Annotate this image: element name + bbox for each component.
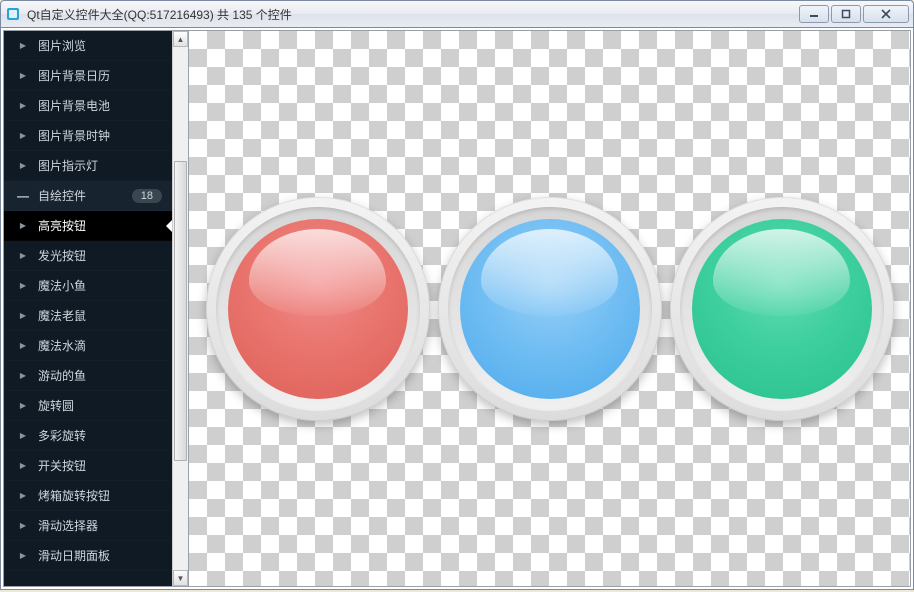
sidebar-item-label: 图片浏览 (38, 37, 162, 54)
sidebar: ▶ 图片浏览 ▶ 图片背景日历 ▶ 图片背景电池 ▶ 图片背景时钟 ▶ 图片指示灯 — 自绘控件18 ▶… (3, 30, 189, 587)
sidebar-item-label: 图片背景日历 (38, 67, 162, 84)
sidebar-item-label: 滑动日期面板 (38, 547, 162, 564)
sidebar-item-label: 自绘控件 (38, 187, 132, 204)
sidebar-item-label: 游动的鱼 (38, 367, 162, 384)
expand-icon: ▶ (18, 281, 28, 291)
sidebar-item[interactable]: ▶ 多彩旋转 (4, 421, 172, 451)
expand-icon: ▶ (18, 551, 28, 561)
highlight-button-red[interactable] (206, 197, 430, 421)
sidebar-item-label: 多彩旋转 (38, 427, 162, 444)
highlight-button-blue[interactable] (438, 197, 662, 421)
window-title: Qt自定义控件大全(QQ:517216493) 共 135 个控件 (27, 6, 799, 23)
sidebar-item[interactable]: ▶ 游动的鱼 (4, 361, 172, 391)
button-shine (713, 229, 850, 315)
sidebar-item-label: 魔法小鱼 (38, 277, 162, 294)
sidebar-item-label: 魔法水滴 (38, 337, 162, 354)
sidebar-item-label: 烤箱旋转按钮 (38, 487, 162, 504)
button-core (460, 219, 640, 399)
sidebar-item[interactable]: ▶ 魔法水滴 (4, 331, 172, 361)
expand-icon: ▶ (18, 341, 28, 351)
expand-icon: ▶ (18, 401, 28, 411)
sidebar-item[interactable]: ▶ 烤箱旋转按钮 (4, 481, 172, 511)
sidebar-item-label: 滑动选择器 (38, 517, 162, 534)
expand-icon: ▶ (18, 371, 28, 381)
button-core (692, 219, 872, 399)
sidebar-item[interactable]: ▶ 图片背景时钟 (4, 121, 172, 151)
expand-icon: ▶ (18, 251, 28, 261)
scroll-up-button[interactable]: ▲ (173, 31, 188, 47)
sidebar-item-label: 图片指示灯 (38, 157, 162, 174)
sidebar-item[interactable]: ▶ 图片背景电池 (4, 91, 172, 121)
sidebar-item[interactable]: ▶ 高亮按钮 (4, 211, 172, 241)
expand-icon: ▶ (18, 431, 28, 441)
expand-icon: ▶ (18, 461, 28, 471)
close-button[interactable] (863, 5, 909, 23)
sidebar-item[interactable]: ▶ 图片背景日历 (4, 61, 172, 91)
scroll-thumb[interactable] (174, 161, 187, 461)
sidebar-item[interactable]: ▶ 滑动选择器 (4, 511, 172, 541)
button-shine (249, 229, 386, 315)
sidebar-item[interactable]: ▶ 魔法小鱼 (4, 271, 172, 301)
expand-icon: ▶ (18, 491, 28, 501)
highlight-button-green[interactable] (670, 197, 894, 421)
sidebar-scrollbar[interactable]: ▲ ▼ (172, 31, 188, 586)
sidebar-list: ▶ 图片浏览 ▶ 图片背景日历 ▶ 图片背景电池 ▶ 图片背景时钟 ▶ 图片指示灯 — 自绘控件18 ▶… (4, 31, 172, 586)
expand-icon: ▶ (18, 101, 28, 111)
scroll-down-button[interactable]: ▼ (173, 570, 188, 586)
sidebar-item-label: 旋转圆 (38, 397, 162, 414)
sidebar-category[interactable]: — 自绘控件18 (4, 181, 172, 211)
expand-icon: ▶ (18, 41, 28, 51)
sidebar-item[interactable]: ▶ 图片浏览 (4, 31, 172, 61)
expand-icon: ▶ (18, 311, 28, 321)
sidebar-item[interactable]: ▶ 旋转圆 (4, 391, 172, 421)
expand-icon: ▶ (18, 131, 28, 141)
sidebar-item-label: 发光按钮 (38, 247, 162, 264)
content-area (189, 30, 911, 587)
app-icon (5, 6, 21, 22)
maximize-button[interactable] (831, 5, 861, 23)
expand-icon: ▶ (18, 71, 28, 81)
expand-icon: ▶ (18, 221, 28, 231)
window-body: ▶ 图片浏览 ▶ 图片背景日历 ▶ 图片背景电池 ▶ 图片背景时钟 ▶ 图片指示灯 — 自绘控件18 ▶… (0, 28, 914, 590)
expand-icon: ▶ (18, 161, 28, 171)
sidebar-item[interactable]: ▶ 开关按钮 (4, 451, 172, 481)
sidebar-item[interactable]: ▶ 图片指示灯 (4, 151, 172, 181)
button-shine (481, 229, 618, 315)
minimize-button[interactable] (799, 5, 829, 23)
sidebar-item-label: 开关按钮 (38, 457, 162, 474)
sidebar-item-label: 图片背景电池 (38, 97, 162, 114)
button-core (228, 219, 408, 399)
window-controls (799, 5, 909, 23)
expand-icon: ▶ (18, 521, 28, 531)
count-badge: 18 (132, 189, 162, 203)
sidebar-item-label: 魔法老鼠 (38, 307, 162, 324)
sidebar-item[interactable]: ▶ 发光按钮 (4, 241, 172, 271)
sidebar-item[interactable]: ▶ 魔法老鼠 (4, 301, 172, 331)
sidebar-item-label: 高亮按钮 (38, 217, 162, 234)
highlight-buttons-row (206, 197, 894, 421)
collapse-icon: — (18, 191, 28, 201)
sidebar-item-label: 图片背景时钟 (38, 127, 162, 144)
sidebar-item[interactable]: ▶ 滑动日期面板 (4, 541, 172, 571)
title-bar[interactable]: Qt自定义控件大全(QQ:517216493) 共 135 个控件 (0, 0, 914, 28)
